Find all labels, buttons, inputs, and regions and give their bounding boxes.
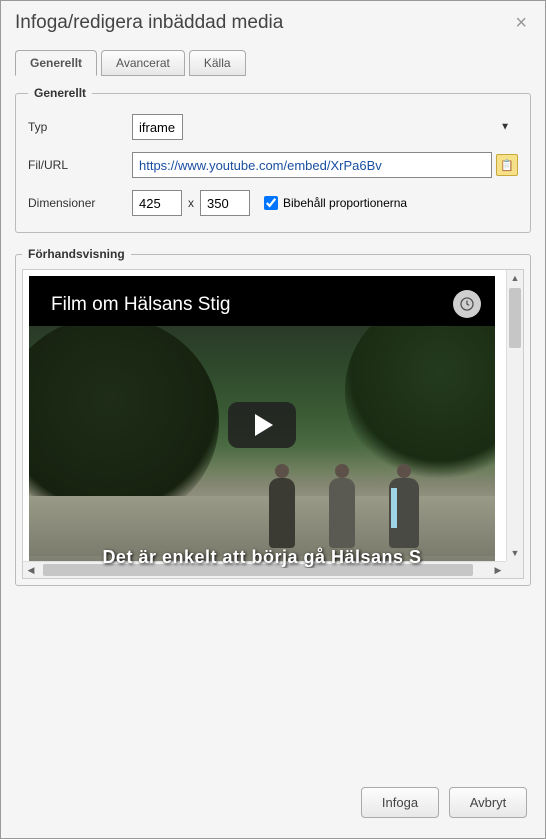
scroll-down-icon[interactable]: ▼ xyxy=(507,545,523,561)
constrain-row[interactable]: Bibehåll proportionerna xyxy=(264,196,407,210)
dialog-header: Infoga/redigera inbäddad media × xyxy=(1,1,545,43)
tab-source[interactable]: Källa xyxy=(189,50,246,76)
dialog-footer: Infoga Avbryt xyxy=(1,775,545,838)
width-input[interactable] xyxy=(132,190,182,216)
video-caption: Det är enkelt att börja gå Hälsans S xyxy=(29,547,495,568)
scroll-corner xyxy=(506,561,523,578)
constrain-checkbox[interactable] xyxy=(264,196,278,210)
dimensions-label: Dimensioner xyxy=(28,196,132,210)
video-player[interactable]: Film om Hälsans Stig xyxy=(29,276,495,574)
preview-fieldset: Förhandsvisning Film om Hälsans Stig xyxy=(15,247,531,586)
play-button-icon[interactable] xyxy=(228,402,296,448)
close-icon[interactable]: × xyxy=(511,11,531,35)
browse-button[interactable]: 📋 xyxy=(496,154,518,176)
dialog-content: Generellt Typ iframe Fil/URL 📋 xyxy=(1,76,545,775)
dimensions-row: Dimensioner x Bibehåll proportionerna xyxy=(28,190,518,216)
tab-general[interactable]: Generellt xyxy=(15,50,97,76)
height-input[interactable] xyxy=(200,190,250,216)
general-legend: Generellt xyxy=(28,86,92,100)
dimension-separator: x xyxy=(188,196,194,210)
url-input[interactable] xyxy=(132,152,492,178)
type-select-wrap: iframe xyxy=(132,114,518,140)
type-label: Typ xyxy=(28,120,132,134)
url-label: Fil/URL xyxy=(28,158,132,172)
preview-area: Film om Hälsans Stig xyxy=(22,269,524,579)
general-fieldset: Generellt Typ iframe Fil/URL 📋 xyxy=(15,86,531,233)
watch-later-icon[interactable] xyxy=(453,290,481,318)
cancel-button[interactable]: Avbryt xyxy=(449,787,527,818)
folder-icon: 📋 xyxy=(500,159,514,172)
type-select[interactable]: iframe xyxy=(132,114,183,140)
video-title: Film om Hälsans Stig xyxy=(51,294,231,316)
url-wrap: 📋 xyxy=(132,152,518,178)
scroll-up-icon[interactable]: ▲ xyxy=(507,270,523,286)
dialog-title: Infoga/redigera inbäddad media xyxy=(15,12,283,34)
scroll-v-thumb[interactable] xyxy=(509,288,521,348)
url-row: Fil/URL 📋 xyxy=(28,152,518,178)
tab-advanced[interactable]: Avancerat xyxy=(101,50,185,76)
preview-legend: Förhandsvisning xyxy=(22,247,131,261)
video-thumbnail xyxy=(29,326,495,574)
media-dialog: Infoga/redigera inbäddad media × Generel… xyxy=(0,0,546,839)
scrollbar-vertical[interactable]: ▲ ▼ xyxy=(506,270,523,561)
type-row: Typ iframe xyxy=(28,114,518,140)
insert-button[interactable]: Infoga xyxy=(361,787,439,818)
constrain-label: Bibehåll proportionerna xyxy=(283,196,407,210)
tab-bar: Generellt Avancerat Källa xyxy=(1,43,545,76)
